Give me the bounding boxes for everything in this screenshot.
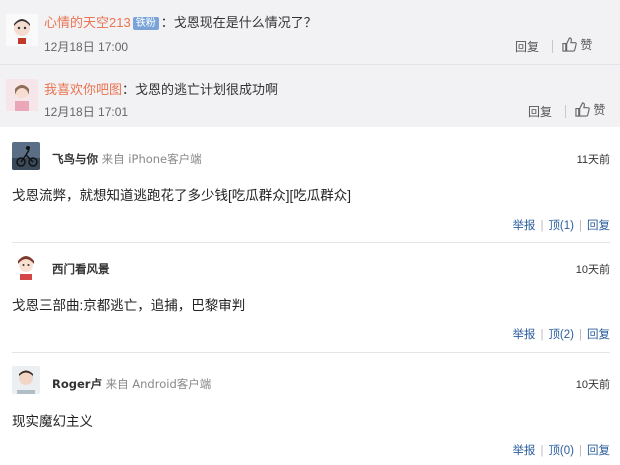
divider: | — [540, 220, 544, 232]
avatar[interactable] — [12, 366, 40, 394]
comment-actions: 举报 | 顶(1) | 回复 — [512, 217, 610, 233]
reply-time: 12月18日 17:00 — [44, 40, 129, 54]
username-link[interactable]: 西门看风景 — [52, 262, 110, 276]
divider: | — [579, 329, 582, 341]
like-button[interactable]: 赞 — [562, 36, 592, 53]
comment-time: 10天前 — [575, 264, 610, 276]
comment-text: 戈恩流弊，就想知道逃跑花了多少钱[吃瓜群众][吃瓜群众] — [12, 188, 352, 203]
divider: | — [540, 329, 544, 341]
avatar[interactable] — [6, 79, 38, 111]
comment-author: 飞鸟与你 来自 iPhone客户端 — [52, 151, 202, 167]
avatar[interactable] — [12, 252, 40, 280]
avatar[interactable] — [12, 142, 40, 170]
reply-text: ：戈恩现在是什么情况了？ — [160, 15, 317, 30]
username-link[interactable]: 我喜欢你吧图 — [44, 82, 122, 97]
client-source: 来自 iPhone客户端 — [101, 152, 202, 166]
upvote-link[interactable]: 顶(1) — [548, 220, 574, 232]
report-link[interactable]: 举报 — [512, 445, 535, 457]
reply-button[interactable]: 回复 — [528, 103, 552, 120]
reply-time: 12月18日 17:01 — [44, 105, 129, 119]
avatar[interactable] — [6, 14, 38, 46]
like-button[interactable]: 赞 — [575, 101, 605, 118]
client-source: 来自 Android客户端 — [105, 377, 212, 391]
nested-reply: 我喜欢你吧图：戈恩的逃亡计划很成功啊 12月18日 17:01 回复 赞 — [0, 64, 620, 127]
like-label: 赞 — [593, 103, 606, 117]
username-link[interactable]: Roger卢 — [52, 377, 102, 391]
divider — [552, 40, 553, 53]
fan-badge: 铁粉 — [132, 17, 159, 30]
divider: | — [579, 220, 582, 232]
divider — [565, 105, 566, 118]
thumbs-up-icon — [575, 102, 590, 117]
upvote-link[interactable]: 顶(0) — [548, 445, 574, 457]
reply-link[interactable]: 回复 — [587, 329, 610, 341]
reply-link[interactable]: 回复 — [587, 445, 610, 457]
comment-author: Roger卢 来自 Android客户端 — [52, 376, 211, 392]
comment-time: 11天前 — [576, 154, 610, 166]
divider: | — [540, 445, 544, 457]
comment-author: 西门看风景 — [52, 261, 110, 277]
comment-text: 戈恩三部曲:京都逃亡，追捕，巴黎审判 — [12, 298, 246, 313]
reply-text: ：戈恩的逃亡计划很成功啊 — [122, 82, 279, 97]
comment-divider — [12, 352, 610, 353]
upvote-link[interactable]: 顶(2) — [548, 329, 574, 341]
username-link[interactable]: 飞鸟与你 — [52, 152, 98, 166]
nested-reply: 心情的天空213 铁粉 ：戈恩现在是什么情况了？ 12月18日 17:00 回复 赞 — [0, 0, 620, 64]
reply-link[interactable]: 回复 — [587, 220, 610, 232]
report-link[interactable]: 举报 — [512, 329, 535, 341]
report-link[interactable]: 举报 — [512, 220, 535, 232]
reply-line: 我喜欢你吧图：戈恩的逃亡计划很成功啊 — [44, 79, 278, 98]
like-label: 赞 — [580, 38, 593, 52]
comment-text: 现实魔幻主义 — [12, 414, 93, 429]
reply-line: 心情的天空213 铁粉 ：戈恩现在是什么情况了？ — [44, 12, 317, 31]
username-link[interactable]: 心情的天空213 — [44, 15, 131, 30]
thumbs-up-icon — [562, 37, 577, 52]
comment-divider — [12, 242, 610, 243]
divider: | — [579, 445, 582, 457]
comment-actions: 举报 | 顶(0) | 回复 — [512, 442, 610, 458]
comment-time: 10天前 — [575, 379, 610, 391]
comment-actions: 举报 | 顶(2) | 回复 — [512, 326, 610, 342]
reply-button[interactable]: 回复 — [515, 38, 539, 55]
